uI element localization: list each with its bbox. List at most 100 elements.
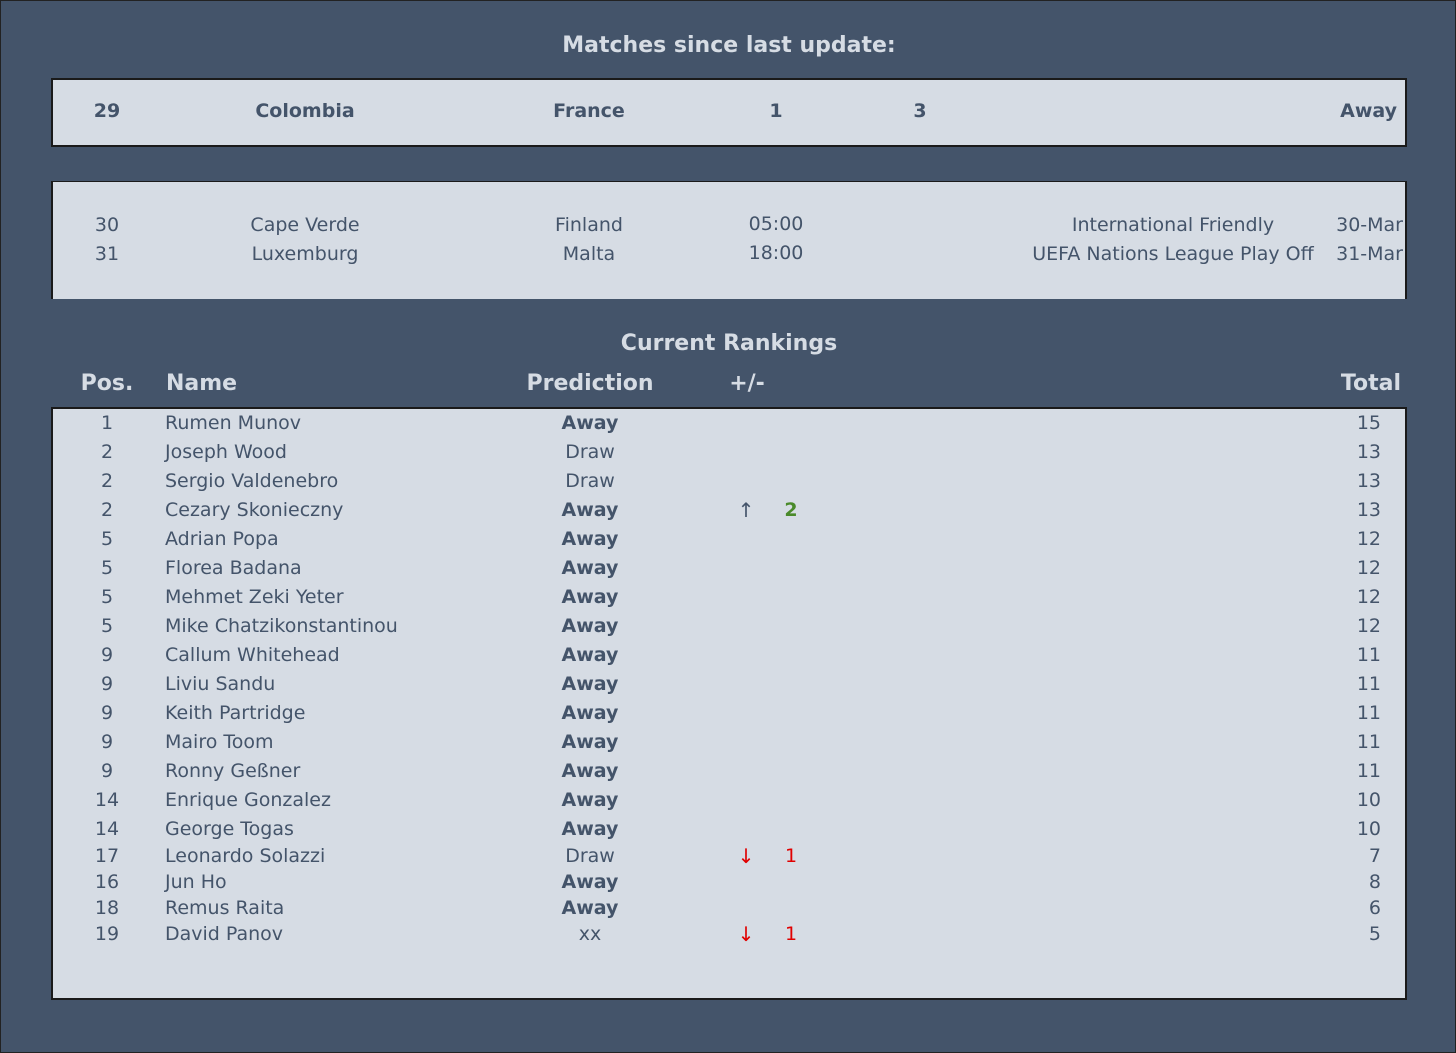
total-points: 7 (1368, 845, 1381, 867)
ranking-row: 14 George Togas Away 10 (53, 818, 1409, 844)
upcoming-competition: International Friendly (1071, 214, 1275, 236)
player-name: David Panov (165, 923, 284, 945)
page: { "sections": { "matches_title": "Matche… (0, 0, 1456, 1053)
player-name: Jun Ho (165, 871, 227, 893)
matches-title: Matches since last update: (562, 33, 896, 58)
player-name: Rumen Munov (165, 412, 302, 434)
total-points: 5 (1368, 923, 1381, 945)
rank-change: 1 (784, 923, 798, 945)
ranking-row: 5 Adrian Popa Away 12 (53, 528, 1409, 554)
rank-position: 18 (94, 897, 120, 919)
home-goals: 1 (769, 100, 783, 122)
prediction: Away (561, 412, 619, 434)
arrow-up-icon: ↑ (737, 498, 755, 522)
total-points: 11 (1356, 644, 1381, 666)
prediction: Away (561, 557, 619, 579)
header-pos: Pos. (80, 371, 134, 396)
prediction: Draw (565, 441, 615, 463)
total-points: 13 (1356, 499, 1381, 521)
ranking-row: 9 Keith Partridge Away 11 (53, 702, 1409, 728)
total-points: 13 (1356, 470, 1381, 492)
upcoming-row: 30 Cape Verde Finland 05:00 Internationa… (53, 213, 1409, 240)
total-points: 15 (1356, 412, 1381, 434)
rankings-table: 1 Rumen Munov Away 15 2 Joseph Wood Draw 13 2 Ser… (51, 407, 1407, 1000)
prediction: Away (561, 615, 619, 637)
rank-position: 2 (100, 499, 114, 521)
upcoming-away: Finland (555, 214, 623, 236)
rank-position: 1 (100, 412, 114, 434)
rank-position: 9 (100, 731, 114, 753)
rank-position: 9 (100, 760, 114, 782)
player-name: Leonardo Solazzi (165, 845, 326, 867)
last-match-panel: 29 Colombia France 1 3 Away (51, 78, 1407, 147)
prediction: Away (561, 760, 619, 782)
ranking-row: 9 Callum Whitehead Away 11 (53, 644, 1409, 670)
ranking-row: 2 Cezary Skonieczny Away ↑ 2 13 (53, 498, 1409, 525)
ranking-row: 5 Mike Chatzikonstantinou Away 12 (53, 615, 1409, 641)
rankings-title: Current Rankings (620, 331, 838, 356)
total-points: 6 (1368, 897, 1381, 919)
ranking-row: 16 Jun Ho Away 8 (53, 871, 1409, 897)
player-name: Remus Raita (165, 897, 285, 919)
rank-position: 9 (100, 644, 114, 666)
prediction: Away (561, 499, 619, 521)
player-name: Joseph Wood (165, 441, 287, 463)
match-result: Away (1340, 100, 1397, 122)
ranking-row: 18 Remus Raita Away 6 (53, 897, 1409, 923)
ranking-row: 19 David Panov xx ↓ 1 5 (53, 922, 1409, 949)
rank-change: 1 (784, 845, 798, 867)
rank-position: 17 (94, 845, 120, 867)
away-goals: 3 (913, 100, 927, 122)
upcoming-date: 31-Mar (1336, 243, 1403, 265)
total-points: 12 (1356, 557, 1381, 579)
prediction: Away (561, 731, 619, 753)
prediction: Draw (565, 470, 615, 492)
player-name: Liviu Sandu (165, 673, 276, 695)
player-name: Sergio Valdenebro (165, 470, 339, 492)
total-points: 8 (1368, 871, 1381, 893)
header-change: +/- (729, 371, 765, 396)
ranking-row: 14 Enrique Gonzalez Away 10 (53, 789, 1409, 815)
player-name: Cezary Skonieczny (165, 499, 344, 521)
total-points: 11 (1356, 673, 1381, 695)
rank-change: 2 (784, 499, 798, 521)
arrow-down-icon: ↓ (737, 844, 755, 868)
upcoming-number: 30 (94, 214, 120, 236)
total-points: 11 (1356, 731, 1381, 753)
rank-position: 16 (94, 871, 120, 893)
prediction: Away (561, 789, 619, 811)
header-name: Name (166, 371, 238, 396)
ranking-row: 9 Liviu Sandu Away 11 (53, 673, 1409, 699)
total-points: 11 (1356, 760, 1381, 782)
total-points: 10 (1356, 818, 1381, 840)
rank-position: 5 (100, 615, 114, 637)
rank-position: 14 (94, 818, 120, 840)
rank-position: 19 (94, 923, 120, 945)
upcoming-number: 31 (94, 243, 120, 265)
rank-position: 14 (94, 789, 120, 811)
upcoming-time: 05:00 (748, 213, 804, 235)
rank-position: 2 (100, 441, 114, 463)
upcoming-date: 30-Mar (1336, 214, 1403, 236)
rank-position: 5 (100, 586, 114, 608)
rank-position: 5 (100, 528, 114, 550)
upcoming-panel: 30 Cape Verde Finland 05:00 Internationa… (51, 181, 1407, 299)
prediction: Away (561, 586, 619, 608)
prediction: xx (578, 923, 602, 945)
player-name: Ronny Geßner (165, 760, 301, 782)
ranking-row: 9 Mairo Toom Away 11 (53, 731, 1409, 757)
home-team: Colombia (255, 100, 355, 122)
total-points: 11 (1356, 702, 1381, 724)
ranking-row: 1 Rumen Munov Away 15 (53, 412, 1409, 438)
upcoming-home: Cape Verde (250, 214, 360, 236)
prediction: Away (561, 673, 619, 695)
rank-position: 5 (100, 557, 114, 579)
away-team: France (553, 100, 625, 122)
rank-position: 9 (100, 673, 114, 695)
arrow-down-icon: ↓ (737, 922, 755, 946)
ranking-row: 2 Joseph Wood Draw 13 (53, 441, 1409, 467)
total-points: 12 (1356, 615, 1381, 637)
match-number: 29 (93, 100, 121, 122)
ranking-row: 9 Ronny Geßner Away 11 (53, 760, 1409, 786)
total-points: 12 (1356, 586, 1381, 608)
